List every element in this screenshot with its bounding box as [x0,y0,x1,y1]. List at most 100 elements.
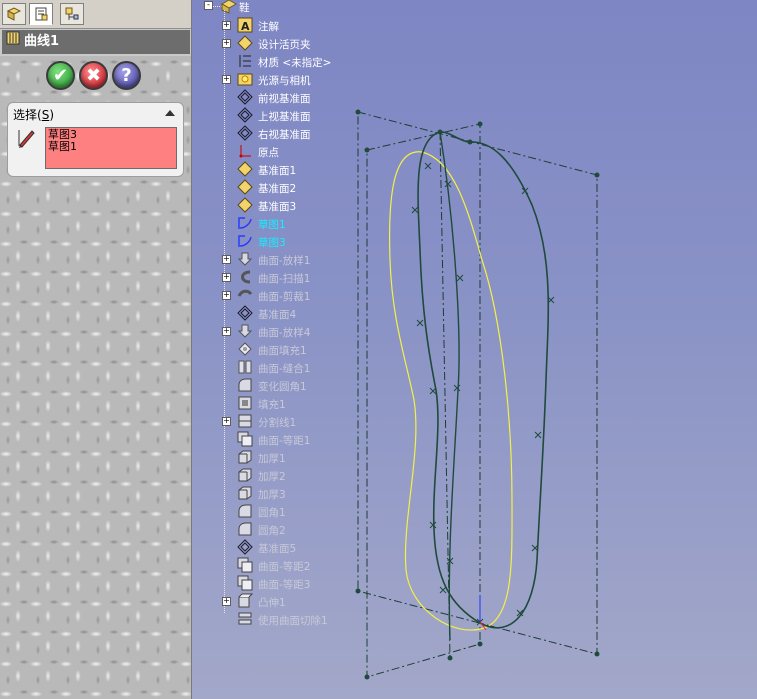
thicken-icon [236,467,253,483]
cancel-button[interactable]: ✖ [79,61,108,90]
reference-plane-left [366,123,481,678]
sketch-point [477,641,483,647]
expand-toggle[interactable]: + [222,273,231,282]
tree-item[interactable]: + 光源与相机 [200,70,370,88]
knit-icon [236,359,253,375]
tree-item-label: 变化圆角1 [258,381,307,393]
tree-item[interactable]: + 曲面-放样1 [200,250,370,268]
tree-item-label: 注解 [258,21,279,33]
offset-icon [236,431,253,447]
tree-item[interactable]: + 曲面-扫描1 [200,268,370,286]
configuration-manager-tab[interactable] [60,3,84,25]
tree-item[interactable]: 曲面填充1 [200,340,370,358]
tree-item[interactable]: 曲面-缝合1 [200,358,370,376]
tree-item[interactable]: 材质 <未指定> [200,52,370,70]
tree-item[interactable]: 圆角2 [200,520,370,538]
selection-list[interactable]: 草图3 草图1 [45,127,177,169]
tree-item-label: 加厚1 [258,453,286,465]
collapse-arrow-icon[interactable] [165,110,175,116]
material-icon [236,53,253,69]
loft-icon [236,251,253,267]
manager-tabs [0,0,191,29]
tree-item[interactable]: + 曲面-剪裁1 [200,286,370,304]
tree-item[interactable]: + 分割线1 [200,412,370,430]
tree-item-label: 圆角2 [258,525,286,537]
boss-extrude-icon [236,593,253,609]
tree-item[interactable]: 曲面-等距1 [200,430,370,448]
tree-item[interactable]: 使用曲面切除1 [200,610,370,628]
tree-item[interactable]: 右视基准面 [200,124,370,142]
tree-item[interactable]: 草图3 [200,232,370,250]
property-manager-panel: 曲线1 ✔ ✖ ? 选择(S) 草图3 草图1 [0,0,192,699]
tree-item[interactable]: + 设计活页夹 [200,34,370,52]
selection-item[interactable]: 草图1 [48,141,174,153]
spline-marker [424,162,432,170]
help-button[interactable]: ? [112,61,141,90]
sketch-icon [236,233,253,249]
spline-marker [453,384,461,392]
tree-item[interactable]: 原点 [200,142,370,160]
property-manager-tab[interactable] [29,3,53,25]
plane-axis-line [439,131,451,659]
tree-item[interactable]: 基准面5 [200,538,370,556]
tree-item-label: 基准面5 [258,543,297,555]
tree-item[interactable]: 基准面2 [200,178,370,196]
tree-item[interactable]: 前视基准面 [200,88,370,106]
tree-item-label: 使用曲面切除1 [258,615,328,627]
tree-item-label: 曲面-等距1 [258,435,311,447]
tree-item[interactable]: 圆角1 [200,502,370,520]
tree-item[interactable]: 填充1 [200,394,370,412]
tree-item[interactable]: 基准面3 [200,196,370,214]
sketch-point [447,655,453,661]
expand-toggle[interactable]: + [222,39,231,48]
offset-icon [236,575,253,591]
tree-item-label: 曲面-扫描1 [258,273,311,285]
plane-icon [236,305,253,321]
spline-marker [429,521,437,529]
expand-toggle[interactable]: + [222,75,231,84]
selection-group: 选择(S) 草图3 草图1 [7,102,184,177]
feature-tree[interactable]: + A 注解 + 设计活页夹 材质 <未指定> + 光源与相机前视基准面上视基准面 右视基准面原… [200,0,370,699]
tree-item[interactable]: 变化圆角1 [200,376,370,394]
annotation-icon: A [236,17,253,33]
sketch-point [477,121,483,127]
tree-item[interactable]: 加厚1 [200,448,370,466]
fillet-icon [236,503,253,519]
design-binder-icon [236,35,253,51]
tree-item[interactable]: 加厚2 [200,466,370,484]
fill-icon [236,341,253,357]
tree-item[interactable]: 加厚3 [200,484,370,502]
feature-manager-tab[interactable] [2,3,26,25]
sweep-icon [236,269,253,285]
tree-item[interactable]: 基准面4 [200,304,370,322]
tree-item-label: 凸伸1 [258,597,286,609]
lights-icon [236,71,253,87]
split-line-icon [236,413,253,429]
tree-item[interactable]: 上视基准面 [200,106,370,124]
plane-icon [236,125,253,141]
tree-item[interactable]: + A 注解 [200,16,370,34]
spline-markers [411,162,555,626]
plane-icon [236,89,253,105]
tree-item[interactable]: + 曲面-放样4 [200,322,370,340]
tree-item[interactable]: 曲面-等距2 [200,556,370,574]
expand-toggle[interactable]: + [222,255,231,264]
tree-item-label: 前视基准面 [258,93,311,105]
expand-toggle[interactable]: + [222,417,231,426]
tree-item[interactable]: 曲面-等距3 [200,574,370,592]
expand-toggle[interactable]: + [222,597,231,606]
tree-item[interactable]: 基准面1 [200,160,370,178]
selection-group-header[interactable]: 选择(S) [13,106,54,123]
plane-yellow-icon [236,197,253,213]
expand-toggle[interactable]: + [222,291,231,300]
sketch-point [437,129,443,135]
expand-toggle[interactable]: + [222,327,231,336]
tree-item[interactable]: + 凸伸1 [200,592,370,610]
sketch-point [594,651,600,657]
surface-cut-icon [236,611,253,627]
tree-item[interactable]: 草图1 [200,214,370,232]
expand-toggle[interactable]: + [222,21,231,30]
tree-item-label: 上视基准面 [258,111,311,123]
fillet-icon [236,377,253,393]
ok-button[interactable]: ✔ [46,61,75,90]
